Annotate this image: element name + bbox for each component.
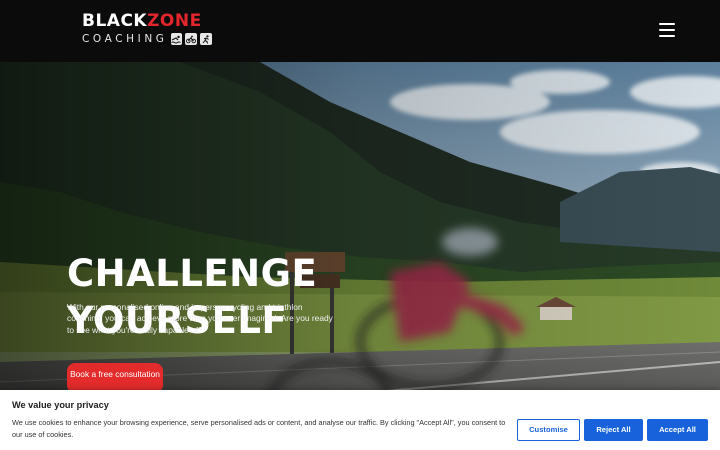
hero-title-line1: CHALLENGE	[67, 252, 318, 295]
site-header: BLACKZONE COACHING	[0, 0, 720, 62]
book-consultation-button[interactable]: Book a free consultation	[67, 363, 163, 393]
logo-black: BLACK	[82, 11, 148, 31]
bike-icon	[185, 33, 198, 45]
reject-all-button[interactable]: Reject All	[584, 419, 643, 441]
logo-zone: ZONE	[147, 11, 202, 31]
hero-description: With our personalised online and in-pers…	[67, 302, 333, 335]
cookie-consent-banner: We value your privacy We use cookies to …	[0, 390, 720, 450]
menu-icon[interactable]	[659, 22, 677, 38]
cookie-description: We use cookies to enhance your browsing …	[12, 418, 506, 439]
logo-subtitle: COACHING	[82, 33, 168, 45]
logo-wordmark: BLACKZONE	[82, 13, 212, 30]
blackzone-logo[interactable]: BLACKZONE COACHING	[82, 13, 213, 49]
swim-icon	[170, 33, 183, 45]
cookie-title: We value your privacy	[12, 400, 109, 410]
accept-all-button[interactable]: Accept All	[647, 419, 708, 441]
run-icon	[200, 33, 213, 45]
customise-button[interactable]: Customise	[517, 419, 580, 441]
